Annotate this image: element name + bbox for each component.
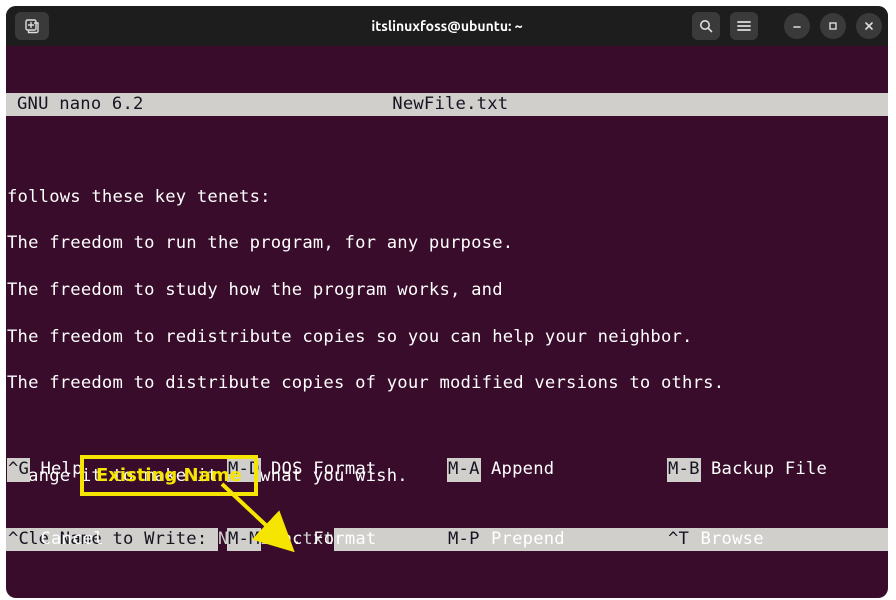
editor-line (7, 302, 887, 325)
annotation-callout: Existing Name (80, 455, 258, 496)
editor-line: The freedom to redistribute copies so yo… (7, 326, 887, 349)
search-button[interactable] (692, 12, 720, 40)
editor-line (7, 209, 887, 232)
nano-file-name: NewFile.txt (14, 93, 887, 116)
editor-line (7, 349, 887, 372)
minimize-icon (791, 20, 803, 32)
new-tab-button[interactable] (15, 12, 49, 40)
shortcut-bar: ^GHelpM-DDOS FormatM-AAppendM-BBackup Fi… (6, 412, 888, 598)
minimize-button[interactable] (784, 13, 810, 39)
search-icon (699, 19, 713, 33)
maximize-button[interactable] (820, 13, 846, 39)
hamburger-icon (737, 20, 751, 32)
new-tab-icon (24, 18, 40, 34)
shortcut-desc: Mac Format (261, 528, 377, 551)
shortcut-item[interactable]: ^CCancel (7, 528, 227, 551)
shortcut-item[interactable]: M-MMac Format (227, 528, 447, 551)
shortcut-key: M-P (447, 528, 481, 551)
editor-line: The freedom to run the program, for any … (7, 232, 887, 255)
shortcut-desc: Help (30, 458, 83, 481)
shortcut-desc: DOS Format (261, 458, 377, 481)
nano-header: GNU nano 6.2 NewFile.txt (6, 93, 888, 116)
editor-line: follows these key tenets: (7, 186, 887, 209)
editor-line: The freedom to study how the program wor… (7, 279, 887, 302)
shortcut-key: M-B (667, 458, 701, 481)
shortcut-key: ^C (7, 528, 30, 551)
terminal-window: itslinuxfoss@ubuntu: ~ (6, 6, 888, 598)
titlebar: itslinuxfoss@ubuntu: ~ (6, 6, 888, 46)
shortcut-desc: Append (481, 458, 555, 481)
close-button[interactable] (856, 13, 882, 39)
shortcut-desc: Browse (690, 528, 764, 551)
editor-line: The freedom to distribute copies of your… (7, 372, 887, 395)
maximize-icon (827, 20, 839, 32)
shortcut-key: ^G (7, 458, 30, 481)
shortcut-item[interactable]: M-BBackup File (667, 458, 887, 481)
shortcut-item[interactable]: M-DDOS Format (227, 458, 447, 481)
shortcut-item[interactable]: ^TBrowse (667, 528, 887, 551)
editor-line (7, 256, 887, 279)
menu-button[interactable] (730, 12, 758, 40)
shortcut-desc: Prepend (481, 528, 565, 551)
shortcut-key: ^T (667, 528, 690, 551)
shortcut-desc: Backup File (701, 458, 827, 481)
annotation-label: Existing Name (96, 465, 242, 486)
shortcut-key: M-M (227, 528, 261, 551)
shortcut-key: M-A (447, 458, 481, 481)
shortcut-desc: Cancel (30, 528, 104, 551)
terminal-viewport[interactable]: GNU nano 6.2 NewFile.txt follows these k… (6, 46, 888, 598)
shortcut-item[interactable]: M-PPrepend (447, 528, 667, 551)
close-icon (863, 20, 875, 32)
shortcut-item[interactable]: M-AAppend (447, 458, 667, 481)
